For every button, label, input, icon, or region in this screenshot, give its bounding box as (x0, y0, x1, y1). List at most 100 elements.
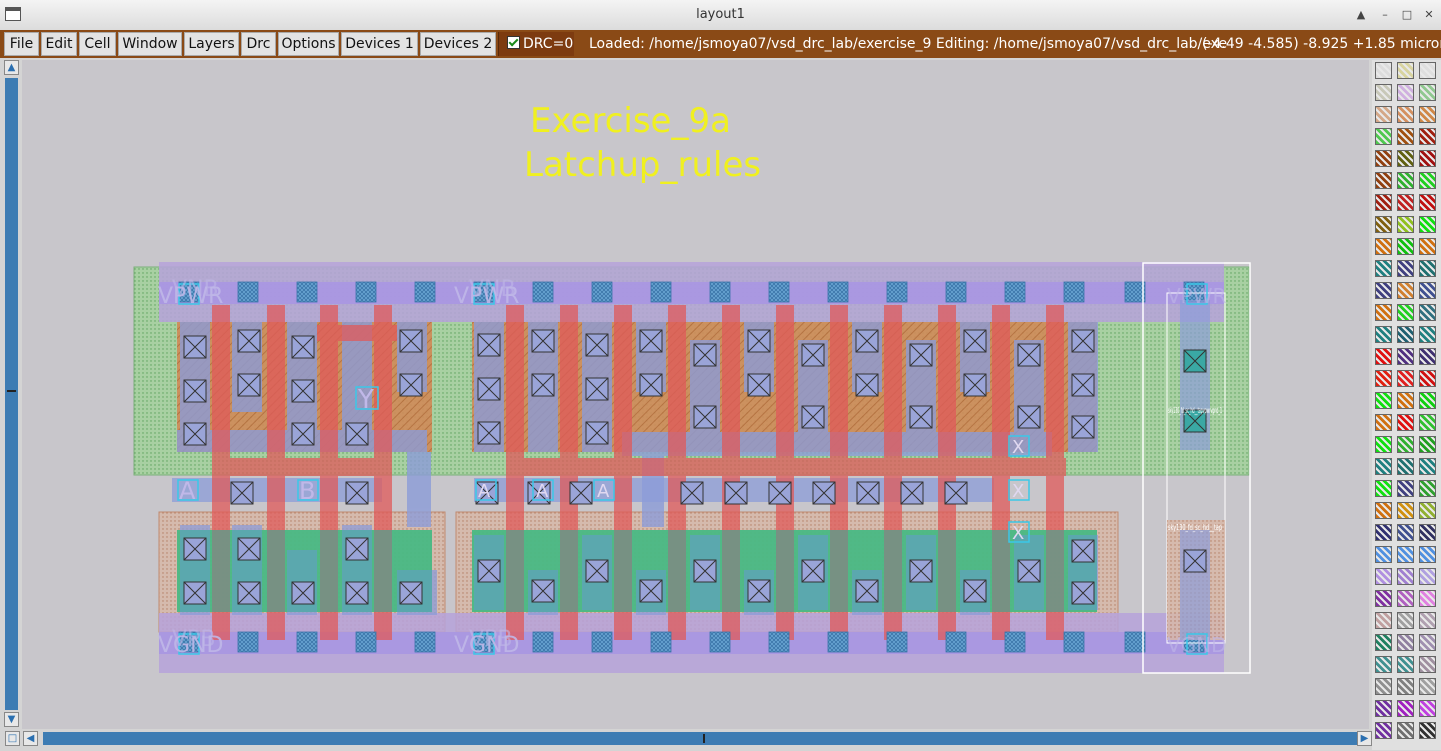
layer-swatch[interactable] (1397, 282, 1414, 299)
layer-swatch[interactable] (1375, 194, 1392, 211)
menu-edit[interactable]: Edit (41, 32, 77, 56)
layer-swatch[interactable] (1397, 480, 1414, 497)
menu-devices-1[interactable]: Devices 1 (341, 32, 418, 56)
layer-swatch[interactable] (1419, 414, 1436, 431)
layout-canvas[interactable]: Exercise_9a Latchup_rules VPWR VPWR VNB … (22, 60, 1369, 729)
layer-swatch[interactable] (1397, 458, 1414, 475)
layer-swatch[interactable] (1419, 62, 1436, 79)
layout-drawing[interactable]: Exercise_9a Latchup_rules VPWR VPWR VNB … (22, 60, 1369, 729)
layer-swatch[interactable] (1375, 326, 1392, 343)
layer-swatch[interactable] (1375, 722, 1392, 739)
layer-swatch[interactable] (1397, 656, 1414, 673)
layer-swatch[interactable] (1419, 700, 1436, 717)
layer-swatch[interactable] (1375, 370, 1392, 387)
horizontal-scroll-thumb[interactable] (703, 734, 705, 743)
window-raise-icon[interactable]: ▲ (1352, 6, 1370, 24)
layer-swatch[interactable] (1375, 634, 1392, 651)
scroll-down-arrow-icon[interactable]: ▼ (4, 712, 19, 727)
menu-window[interactable]: Window (118, 32, 182, 56)
scroll-corner-icon[interactable]: □ (5, 731, 20, 746)
layer-swatch[interactable] (1419, 568, 1436, 585)
layer-swatch[interactable] (1397, 722, 1414, 739)
layer-swatch[interactable] (1397, 590, 1414, 607)
layer-swatch[interactable] (1419, 612, 1436, 629)
layer-swatch[interactable] (1419, 502, 1436, 519)
layer-swatch[interactable] (1375, 436, 1392, 453)
layer-swatch[interactable] (1375, 612, 1392, 629)
layer-swatch[interactable] (1419, 590, 1436, 607)
layer-swatch[interactable] (1375, 260, 1392, 277)
layer-swatch[interactable] (1397, 326, 1414, 343)
layer-swatch[interactable] (1397, 150, 1414, 167)
layer-swatch[interactable] (1375, 238, 1392, 255)
layer-swatch[interactable] (1397, 502, 1414, 519)
layer-swatch[interactable] (1375, 414, 1392, 431)
layer-swatch[interactable] (1375, 128, 1392, 145)
scroll-left-arrow-icon[interactable]: ◀ (23, 731, 38, 746)
layer-swatch[interactable] (1397, 612, 1414, 629)
layer-swatch[interactable] (1375, 524, 1392, 541)
layer-swatch[interactable] (1375, 480, 1392, 497)
vertical-scroll-thumb[interactable] (7, 390, 16, 392)
layer-swatch[interactable] (1419, 194, 1436, 211)
layer-swatch[interactable] (1419, 238, 1436, 255)
menu-layers[interactable]: Layers (184, 32, 239, 56)
vertical-scrollbar[interactable]: ▲ ▼ (3, 60, 20, 730)
horizontal-scrollbar[interactable]: □ ◀ ▶ (3, 730, 1372, 747)
layer-swatch[interactable] (1375, 458, 1392, 475)
layer-swatch[interactable] (1419, 260, 1436, 277)
layer-swatch[interactable] (1397, 524, 1414, 541)
layer-swatch[interactable] (1397, 128, 1414, 145)
layer-swatch[interactable] (1419, 84, 1436, 101)
horizontal-scroll-track[interactable] (43, 732, 1359, 745)
layer-swatch[interactable] (1419, 282, 1436, 299)
layer-swatch[interactable] (1419, 128, 1436, 145)
minimize-button[interactable]: – (1376, 6, 1394, 24)
scroll-up-arrow-icon[interactable]: ▲ (4, 60, 19, 75)
layer-swatch[interactable] (1375, 392, 1392, 409)
vertical-scroll-track[interactable] (5, 78, 18, 710)
layer-swatch[interactable] (1397, 370, 1414, 387)
layer-swatch[interactable] (1375, 282, 1392, 299)
layer-swatch[interactable] (1419, 656, 1436, 673)
close-button[interactable]: ✕ (1420, 6, 1438, 24)
layer-swatch[interactable] (1419, 524, 1436, 541)
layer-swatch[interactable] (1397, 62, 1414, 79)
layer-swatch[interactable] (1419, 458, 1436, 475)
drc-toggle[interactable]: DRC=0 (498, 32, 574, 56)
layer-swatch[interactable] (1419, 348, 1436, 365)
layer-swatch[interactable] (1375, 304, 1392, 321)
layer-swatch[interactable] (1375, 348, 1392, 365)
menu-options[interactable]: Options (278, 32, 339, 56)
layer-swatch[interactable] (1397, 414, 1414, 431)
layer-swatch[interactable] (1397, 216, 1414, 233)
layer-swatch[interactable] (1397, 568, 1414, 585)
layer-swatch[interactable] (1397, 260, 1414, 277)
scroll-right-arrow-icon[interactable]: ▶ (1357, 731, 1372, 746)
menu-devices-2[interactable]: Devices 2 (420, 32, 496, 56)
layer-swatch[interactable] (1419, 722, 1436, 739)
drc-checkbox-icon[interactable] (507, 36, 520, 49)
layer-swatch[interactable] (1419, 678, 1436, 695)
layer-swatch[interactable] (1397, 106, 1414, 123)
layer-swatch[interactable] (1419, 480, 1436, 497)
layer-swatch[interactable] (1375, 150, 1392, 167)
layer-swatch[interactable] (1375, 106, 1392, 123)
layer-swatch[interactable] (1419, 150, 1436, 167)
layer-swatch[interactable] (1375, 656, 1392, 673)
layer-swatch[interactable] (1375, 216, 1392, 233)
layer-swatch[interactable] (1397, 348, 1414, 365)
layer-swatch[interactable] (1397, 436, 1414, 453)
layer-swatch[interactable] (1375, 172, 1392, 189)
layer-swatch[interactable] (1397, 194, 1414, 211)
layer-swatch[interactable] (1419, 106, 1436, 123)
layer-swatch[interactable] (1397, 238, 1414, 255)
layer-swatch[interactable] (1375, 84, 1392, 101)
menu-cell[interactable]: Cell (79, 32, 116, 56)
layer-swatch[interactable] (1397, 84, 1414, 101)
layer-swatch[interactable] (1375, 568, 1392, 585)
layer-swatch[interactable] (1419, 436, 1436, 453)
layer-swatch[interactable] (1375, 678, 1392, 695)
layer-swatch[interactable] (1419, 634, 1436, 651)
menu-file[interactable]: File (4, 32, 39, 56)
